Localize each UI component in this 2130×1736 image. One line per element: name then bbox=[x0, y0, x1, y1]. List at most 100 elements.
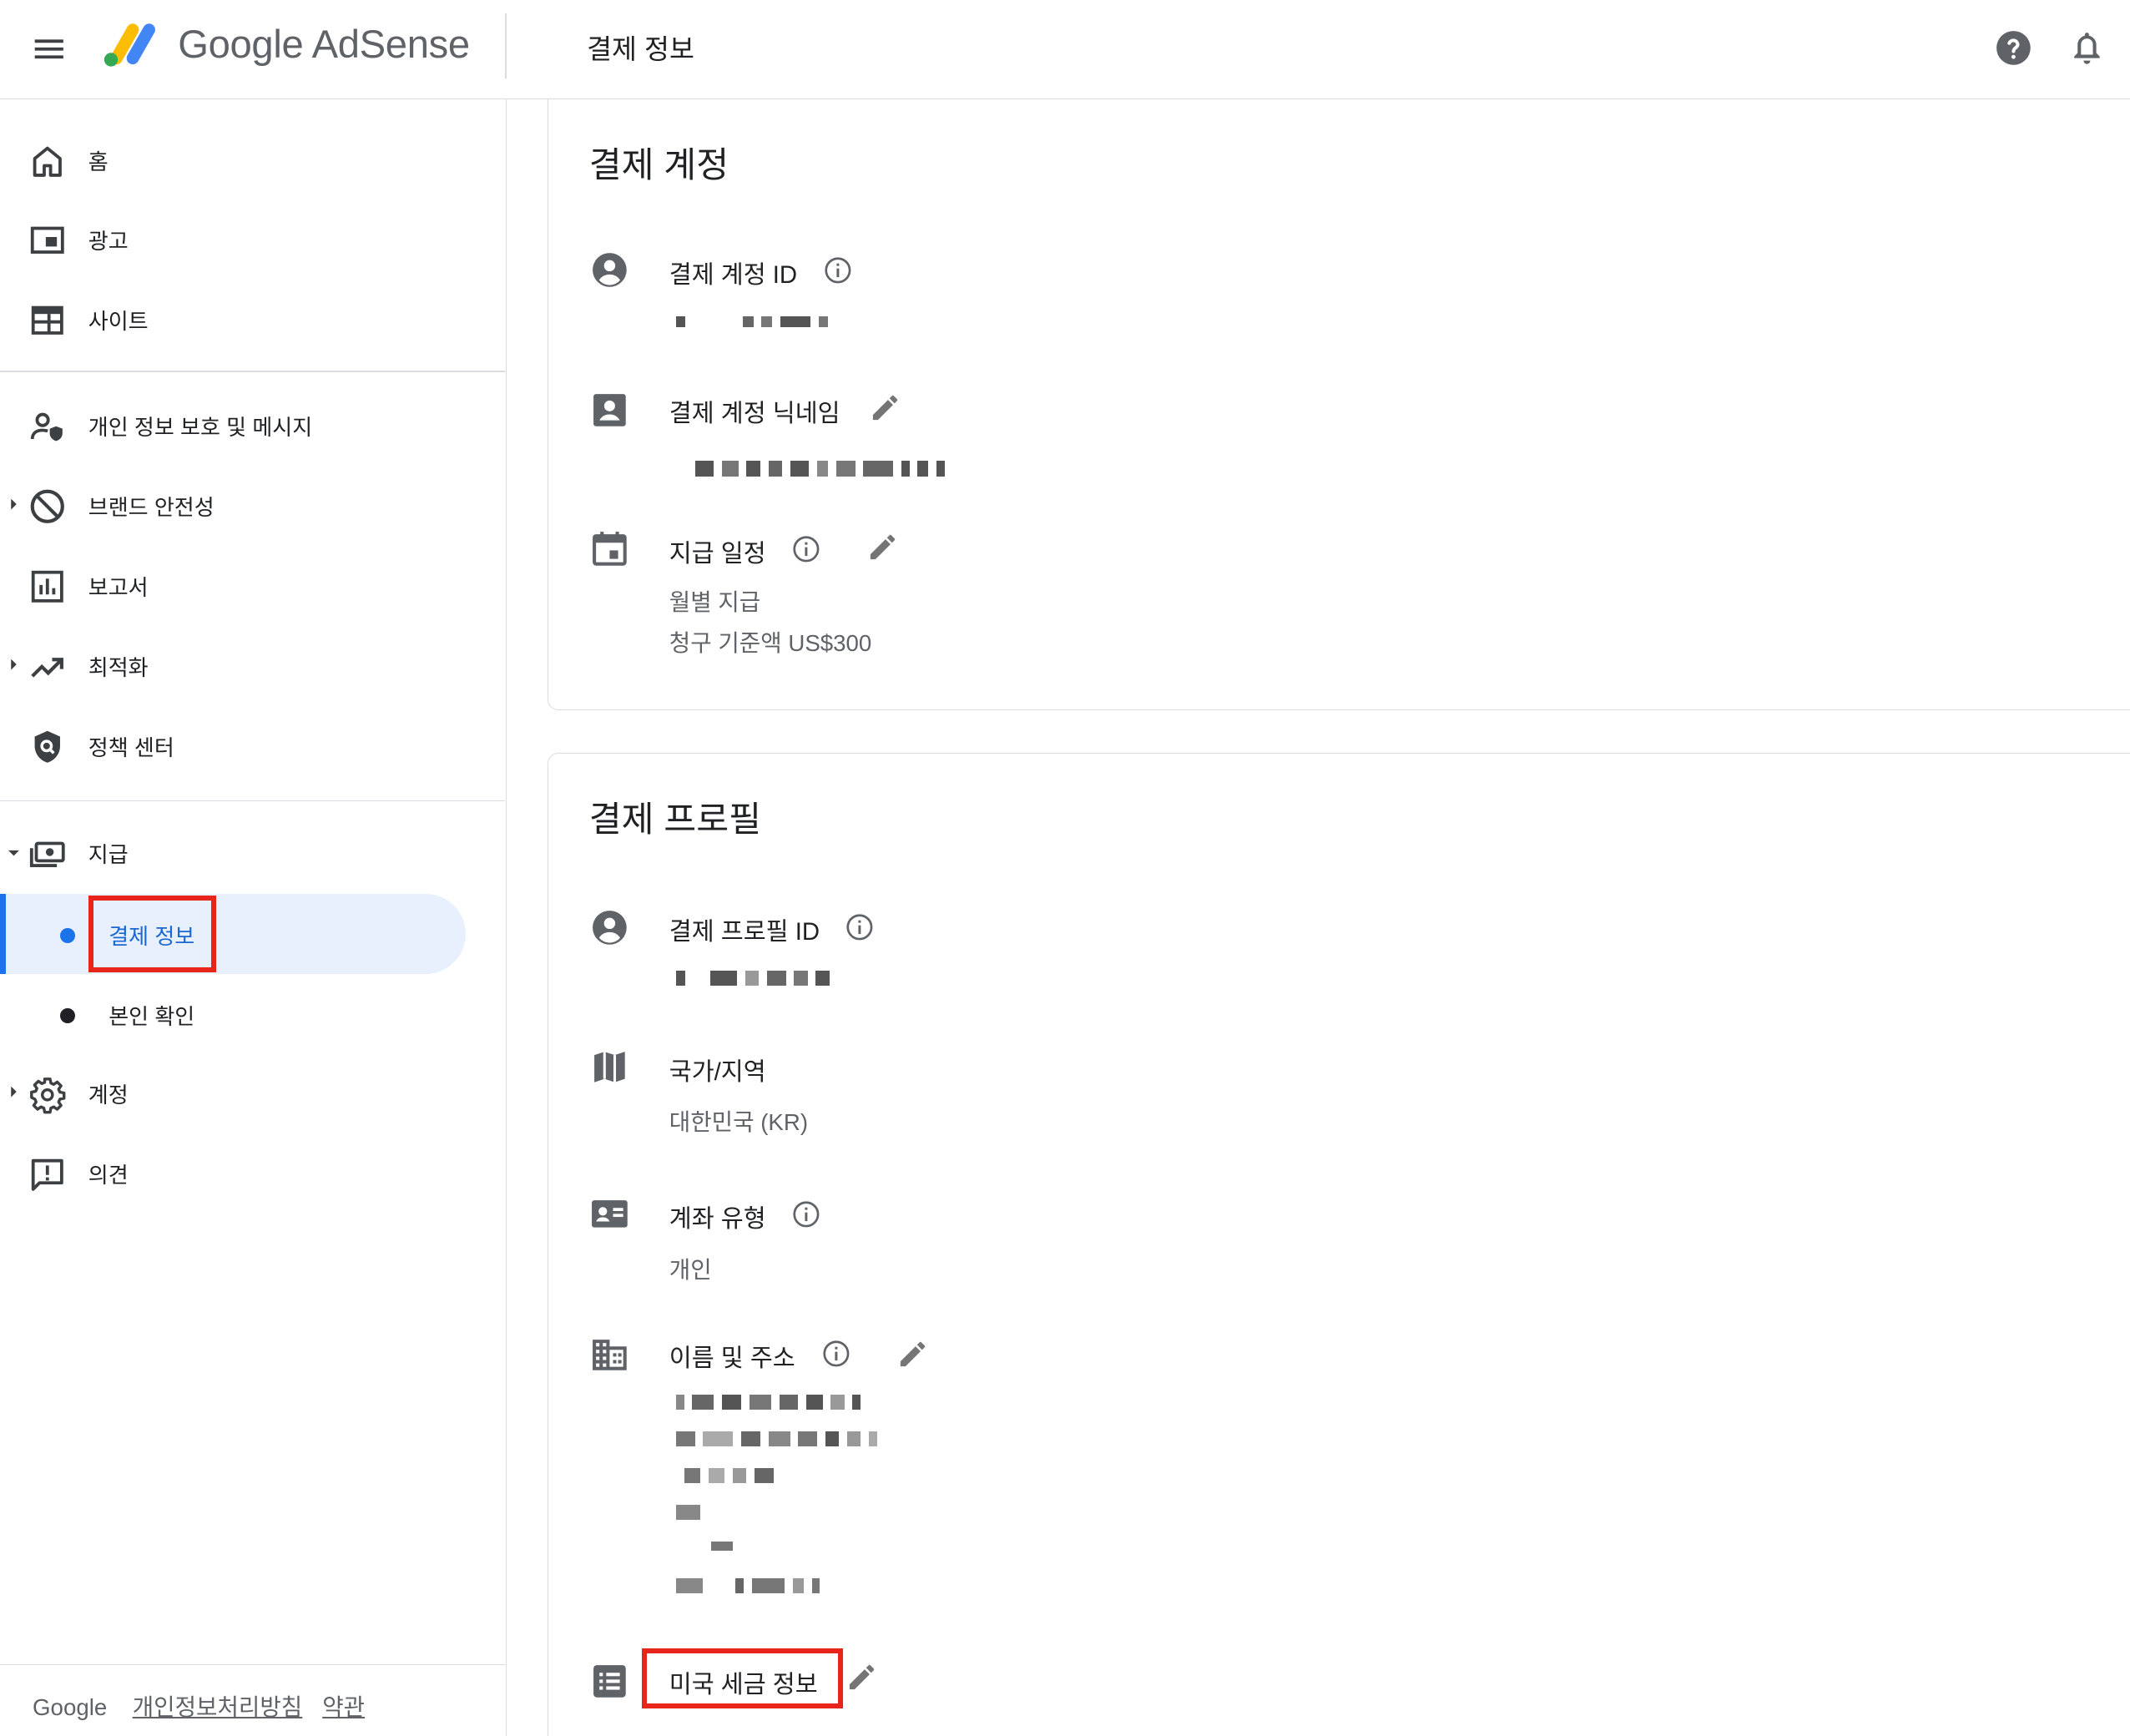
sidebar-divider bbox=[0, 1663, 506, 1666]
info-icon[interactable] bbox=[821, 1339, 851, 1369]
payment-schedule-label: 지급 일정 bbox=[669, 539, 766, 568]
sidebar-item-label: 의견 bbox=[88, 1163, 129, 1188]
card-title: 결제 프로필 bbox=[588, 800, 762, 840]
account-type-label: 계좌 유형 bbox=[669, 1204, 766, 1233]
redacted-account-nickname bbox=[694, 460, 953, 477]
edit-pencil-icon[interactable] bbox=[869, 391, 901, 424]
trending-up-icon bbox=[31, 658, 64, 678]
ads-icon bbox=[31, 226, 64, 255]
highlight-box bbox=[642, 1648, 844, 1708]
sidebar-item-reports[interactable]: 보고서 bbox=[0, 552, 505, 619]
edit-pencil-icon[interactable] bbox=[866, 531, 899, 563]
sites-icon bbox=[31, 305, 63, 336]
sidebar-subitem-label: 본인 확인 bbox=[109, 1003, 195, 1029]
sidebar-item-label: 사이트 bbox=[88, 308, 149, 334]
sidebar-divider bbox=[0, 800, 506, 802]
info-icon[interactable] bbox=[823, 255, 853, 285]
home-icon bbox=[33, 146, 63, 177]
sidebar-subitem-identity-verification[interactable]: 본인 확인 bbox=[0, 976, 466, 1052]
hamburger-menu-icon[interactable] bbox=[30, 30, 68, 68]
payments-account-id-label: 결제 계정 ID bbox=[669, 260, 798, 289]
contact-card-icon bbox=[593, 394, 626, 426]
help-icon[interactable] bbox=[1993, 28, 2034, 68]
payments-account-card: 결제 계정 결제 계정 ID 결제 계정 닉네임 지급 일정 월별 지급 청구 … bbox=[547, 98, 2130, 711]
collapse-caret-icon[interactable] bbox=[8, 846, 19, 860]
page-title: 결제 정보 bbox=[587, 33, 694, 64]
info-icon[interactable] bbox=[791, 534, 821, 564]
sidebar-item-label: 지급 bbox=[88, 842, 129, 868]
payments-profile-card: 결제 프로필 결제 프로필 ID 국가/지역 대한민국 (KR) 계좌 유형 개… bbox=[547, 752, 2130, 1736]
country-region-value: 대한민국 (KR) bbox=[669, 1108, 809, 1135]
sidebar-item-sites[interactable]: 사이트 bbox=[0, 285, 505, 353]
payments-icon bbox=[30, 841, 65, 867]
account-circle-icon bbox=[592, 253, 627, 288]
sidebar-item-home[interactable]: 홈 bbox=[0, 126, 505, 194]
sidebar-item-label: 계정 bbox=[88, 1082, 129, 1108]
account-type-value: 개인 bbox=[669, 1257, 712, 1284]
calendar-icon bbox=[592, 532, 627, 566]
reports-icon bbox=[31, 571, 63, 603]
sidebar-item-label: 브랜드 안전성 bbox=[88, 494, 215, 520]
sidebar-item-account[interactable]: 계정 bbox=[0, 1060, 505, 1128]
sidebar-item-label: 정책 센터 bbox=[88, 734, 174, 760]
adsense-logo-icon bbox=[104, 23, 156, 67]
map-icon bbox=[593, 1052, 625, 1082]
list-icon bbox=[593, 1665, 626, 1698]
info-icon[interactable] bbox=[845, 912, 875, 942]
payment-threshold: 청구 기준액 US$300 bbox=[669, 630, 872, 657]
country-region-label: 국가/지역 bbox=[669, 1057, 766, 1086]
sidebar-item-feedback[interactable]: 의견 bbox=[0, 1140, 505, 1208]
payments-account-nickname-label: 결제 계정 닉네임 bbox=[669, 400, 840, 427]
payment-schedule-frequency: 월별 지급 bbox=[669, 589, 761, 616]
account-circle-icon bbox=[592, 910, 627, 945]
building-icon bbox=[592, 1340, 627, 1371]
sidebar-subitem-payments-info[interactable]: 결제 정보 bbox=[0, 896, 466, 971]
redacted-address-line bbox=[675, 1394, 869, 1410]
expand-caret-icon[interactable] bbox=[8, 658, 19, 671]
info-icon[interactable] bbox=[791, 1199, 821, 1229]
redacted-address-line bbox=[711, 1541, 741, 1552]
brand-name[interactable]: Google AdSense bbox=[178, 22, 470, 68]
feedback-icon bbox=[31, 1158, 63, 1191]
expand-caret-icon[interactable] bbox=[8, 1085, 19, 1098]
edit-pencil-icon[interactable] bbox=[845, 1661, 878, 1693]
bullet-dot-icon bbox=[59, 1007, 75, 1023]
sidebar-item-label: 광고 bbox=[88, 228, 129, 254]
sidebar-item-brand-safety[interactable]: 브랜드 안전성 bbox=[0, 472, 505, 539]
top-app-bar: Google AdSense 결제 정보 bbox=[0, 0, 2130, 99]
redacted-address-line bbox=[675, 1504, 709, 1520]
account-type-card-icon bbox=[591, 1200, 628, 1228]
block-icon bbox=[30, 489, 65, 524]
edit-pencil-icon[interactable] bbox=[896, 1338, 929, 1370]
sidebar-item-ads[interactable]: 광고 bbox=[0, 205, 505, 273]
payments-profile-id-label: 결제 프로필 ID bbox=[669, 918, 820, 946]
sidebar-item-label: 개인 정보 보호 및 메시지 bbox=[88, 414, 313, 440]
sidebar-item-label: 홈 bbox=[88, 149, 109, 175]
redacted-address-line bbox=[684, 1467, 782, 1483]
policy-shield-icon bbox=[34, 731, 61, 764]
sidebar-item-payments[interactable]: 지급 bbox=[0, 819, 505, 886]
sidebar-item-policy-center[interactable]: 정책 센터 bbox=[0, 712, 505, 780]
terms-link[interactable]: 약관 bbox=[322, 1694, 365, 1720]
bullet-dot-icon bbox=[59, 927, 75, 943]
sidebar-item-optimization[interactable]: 최적화 bbox=[0, 632, 505, 699]
redacted-profile-id bbox=[675, 971, 838, 986]
google-footer-logo: Google bbox=[33, 1694, 108, 1721]
card-title: 결제 계정 bbox=[588, 145, 729, 185]
notifications-bell-icon[interactable] bbox=[2067, 28, 2107, 68]
sidebar-nav: 홈 광고 사이트 개인 정보 보호 및 메시지 브랜드 안전성 보고서 최적화 … bbox=[0, 98, 507, 1736]
sidebar-item-privacy-messaging[interactable]: 개인 정보 보호 및 메시지 bbox=[0, 391, 505, 459]
sidebar-item-label: 최적화 bbox=[88, 654, 149, 680]
privacy-policy-link[interactable]: 개인정보처리방침 bbox=[133, 1694, 303, 1720]
sidebar-item-label: 보고서 bbox=[88, 574, 149, 600]
redacted-address-line bbox=[675, 1431, 885, 1446]
privacy-messaging-icon bbox=[31, 412, 63, 442]
redacted-account-id bbox=[675, 316, 836, 328]
expand-caret-icon[interactable] bbox=[8, 497, 19, 511]
header-divider bbox=[505, 13, 507, 79]
name-address-label: 이름 및 주소 bbox=[669, 1345, 795, 1373]
highlight-box bbox=[88, 895, 216, 973]
redacted-address-line bbox=[675, 1577, 828, 1593]
sidebar-divider bbox=[0, 371, 506, 372]
sidebar-footer: Google 개인정보처리방침 약관 bbox=[33, 1688, 378, 1722]
